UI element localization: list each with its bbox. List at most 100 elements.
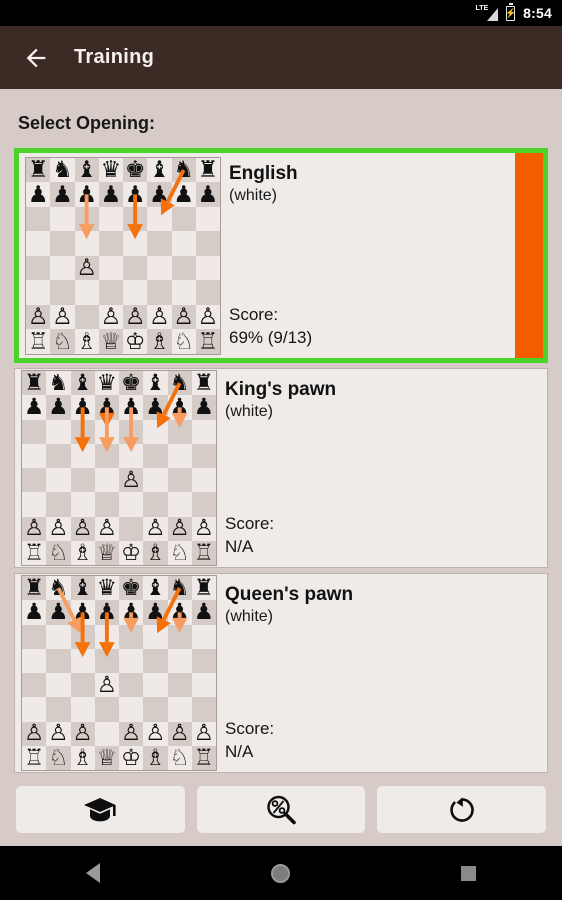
board-square: ♙ <box>98 303 123 330</box>
board-square: ♙ <box>70 720 95 746</box>
chess-piece: ♛ <box>96 574 117 600</box>
board-square <box>46 443 71 468</box>
board-square <box>22 419 47 444</box>
board-square <box>22 673 47 698</box>
chess-piece: ♟ <box>76 180 97 207</box>
board-thumbnail: ♜ ♞ ♝ ♛ ♚ ♝ ♞ ♜ ♟ ♟ ♟ ♟ ♟ ♟ ♟ ♟ ♙ ♙ ♙ ♙ ♙ ♙ ♙ ♙ ♖ ♘ ♗ ♕ ♔ ♗ ♘ ♖ <box>19 153 221 358</box>
chess-piece: ♙ <box>72 720 93 746</box>
board-square <box>171 231 196 256</box>
board-square <box>94 624 119 649</box>
reset-button[interactable] <box>377 786 547 833</box>
board-square: ♜ <box>26 157 51 182</box>
nav-home-icon[interactable] <box>270 863 290 883</box>
chess-piece: ♟ <box>96 599 117 625</box>
board-square: ♖ <box>26 327 51 354</box>
board-square <box>46 673 71 698</box>
board-square: ♟ <box>119 395 144 420</box>
chess-piece: ♟ <box>24 599 45 625</box>
board-square <box>143 697 168 722</box>
board-square: ♙ <box>119 720 144 746</box>
board-square <box>22 624 47 649</box>
board-square <box>46 648 71 673</box>
chess-piece: ♙ <box>121 720 142 746</box>
board-square <box>191 468 216 493</box>
board-square <box>147 231 172 256</box>
board-square <box>195 231 220 256</box>
board-square: ♟ <box>70 600 95 625</box>
score-block: Score: 69% (9/13) <box>229 304 312 350</box>
chess-piece: ♕ <box>96 539 117 565</box>
opening-list[interactable]: ♜ ♞ ♝ ♛ ♚ ♝ ♞ ♜ ♟ ♟ ♟ ♟ ♟ ♟ ♟ ♟ ♙ ♙ ♙ ♙ ♙ ♙ ♙ ♙ ♖ ♘ ♗ ♕ ♔ ♗ ♘ ♖ English(… <box>0 148 562 773</box>
chess-piece: ♕ <box>96 744 117 770</box>
chess-piece: ♙ <box>173 303 194 330</box>
board-square <box>70 697 95 722</box>
board-square <box>70 648 95 673</box>
board-square: ♛ <box>94 574 119 601</box>
graduation-cap-icon <box>84 797 116 821</box>
opening-card[interactable]: ♜ ♞ ♝ ♛ ♚ ♝ ♞ ♜ ♟ ♟ ♟ ♟ ♟ ♟ ♟ ♟ ♙ ♙ ♙ ♙ ♙ ♙ ♙ ♙ ♖ ♘ ♗ ♕ ♔ ♗ ♘ ♖ English(… <box>14 148 548 363</box>
chess-piece: ♙ <box>100 303 122 330</box>
chess-piece: ♟ <box>193 599 214 625</box>
battery-charging-icon: ⚡ <box>505 2 516 21</box>
board-square: ♙ <box>94 673 119 698</box>
board-square: ♟ <box>94 395 119 420</box>
board-square <box>50 231 75 256</box>
board-square: ♟ <box>147 182 172 207</box>
board-square: ♙ <box>143 515 168 541</box>
board-square: ♚ <box>119 576 144 601</box>
board-square <box>70 492 95 517</box>
board-square <box>119 624 144 649</box>
nav-recents-icon[interactable] <box>461 865 477 881</box>
chess-piece: ♖ <box>27 327 49 354</box>
chess-piece: ♟ <box>169 599 190 625</box>
back-arrow-icon[interactable] <box>22 44 50 72</box>
score-label: Score: <box>225 719 275 739</box>
board-square: ♜ <box>195 157 220 182</box>
board-square: ♔ <box>123 329 148 354</box>
board-square: ♝ <box>70 576 95 601</box>
board-square <box>191 624 216 649</box>
board-square: ♙ <box>191 721 216 746</box>
board-thumbnail: ♜ ♞ ♝ ♛ ♚ ♝ ♞ ♜ ♟ ♟ ♟ ♟ ♟ ♟ ♟ ♟ ♙ ♙ ♙ ♙ ♙ ♙ ♙ ♙ ♖ ♘ ♗ ♕ ♔ ♗ ♘ ♖ <box>15 369 217 567</box>
board-square: ♟ <box>191 395 216 420</box>
chess-piece: ♘ <box>48 539 69 565</box>
board-square: ♗ <box>143 540 168 565</box>
score-value: 69% (9/13) <box>229 328 313 348</box>
chess-piece: ♟ <box>24 394 45 420</box>
status-bar: LTE ⚡ 8:54 <box>0 0 562 26</box>
chess-piece: ♝ <box>145 369 166 395</box>
nav-back-icon[interactable] <box>85 863 100 883</box>
chess-piece: ♟ <box>52 180 73 207</box>
board-square <box>46 624 71 649</box>
chess-piece: ♗ <box>145 744 166 770</box>
statistics-button[interactable] <box>196 786 366 833</box>
board-square <box>22 468 47 493</box>
chess-piece: ♙ <box>76 254 97 281</box>
percent-magnifier-icon <box>267 795 296 824</box>
opening-name: Queen's pawn <box>225 584 354 605</box>
chess-piece: ♞ <box>169 574 190 600</box>
board-square <box>94 697 119 722</box>
board-square: ♚ <box>119 371 144 396</box>
train-button[interactable] <box>16 786 185 833</box>
chess-piece: ♟ <box>197 180 219 207</box>
board-square: ♙ <box>94 516 119 541</box>
board-square <box>70 673 95 698</box>
board-square: ♗ <box>70 745 95 770</box>
chess-piece: ♖ <box>193 744 214 770</box>
board-square: ♘ <box>167 540 192 565</box>
chess-piece: ♙ <box>145 515 166 541</box>
chess-piece: ♙ <box>27 303 49 330</box>
board-square: ♝ <box>74 157 99 182</box>
chess-piece: ♗ <box>76 327 97 354</box>
opening-info: Queen's pawn (white) Score: N/A <box>217 574 547 772</box>
chess-piece: ♘ <box>169 744 190 770</box>
board-square: ♙ <box>46 515 71 541</box>
opening-card[interactable]: ♜ ♞ ♝ ♛ ♚ ♝ ♞ ♜ ♟ ♟ ♟ ♟ ♟ ♟ ♟ ♟ ♙ ♙ ♙ ♙ ♙ ♙ ♙ ♙ ♖ ♘ ♗ ♕ ♔ ♗ ♘ ♖ Queen's … <box>14 573 548 773</box>
chess-piece: ♟ <box>145 394 166 420</box>
chess-piece: ♘ <box>48 744 69 770</box>
chess-piece: ♙ <box>48 515 69 541</box>
board-square <box>143 492 168 517</box>
page-title: Training <box>74 46 155 68</box>
opening-card[interactable]: ♜ ♞ ♝ ♛ ♚ ♝ ♞ ♜ ♟ ♟ ♟ ♟ ♟ ♟ ♟ ♟ ♙ ♙ ♙ ♙ ♙ ♙ ♙ ♙ ♖ ♘ ♗ ♕ ♔ ♗ ♘ ♖ King's p… <box>14 368 548 568</box>
